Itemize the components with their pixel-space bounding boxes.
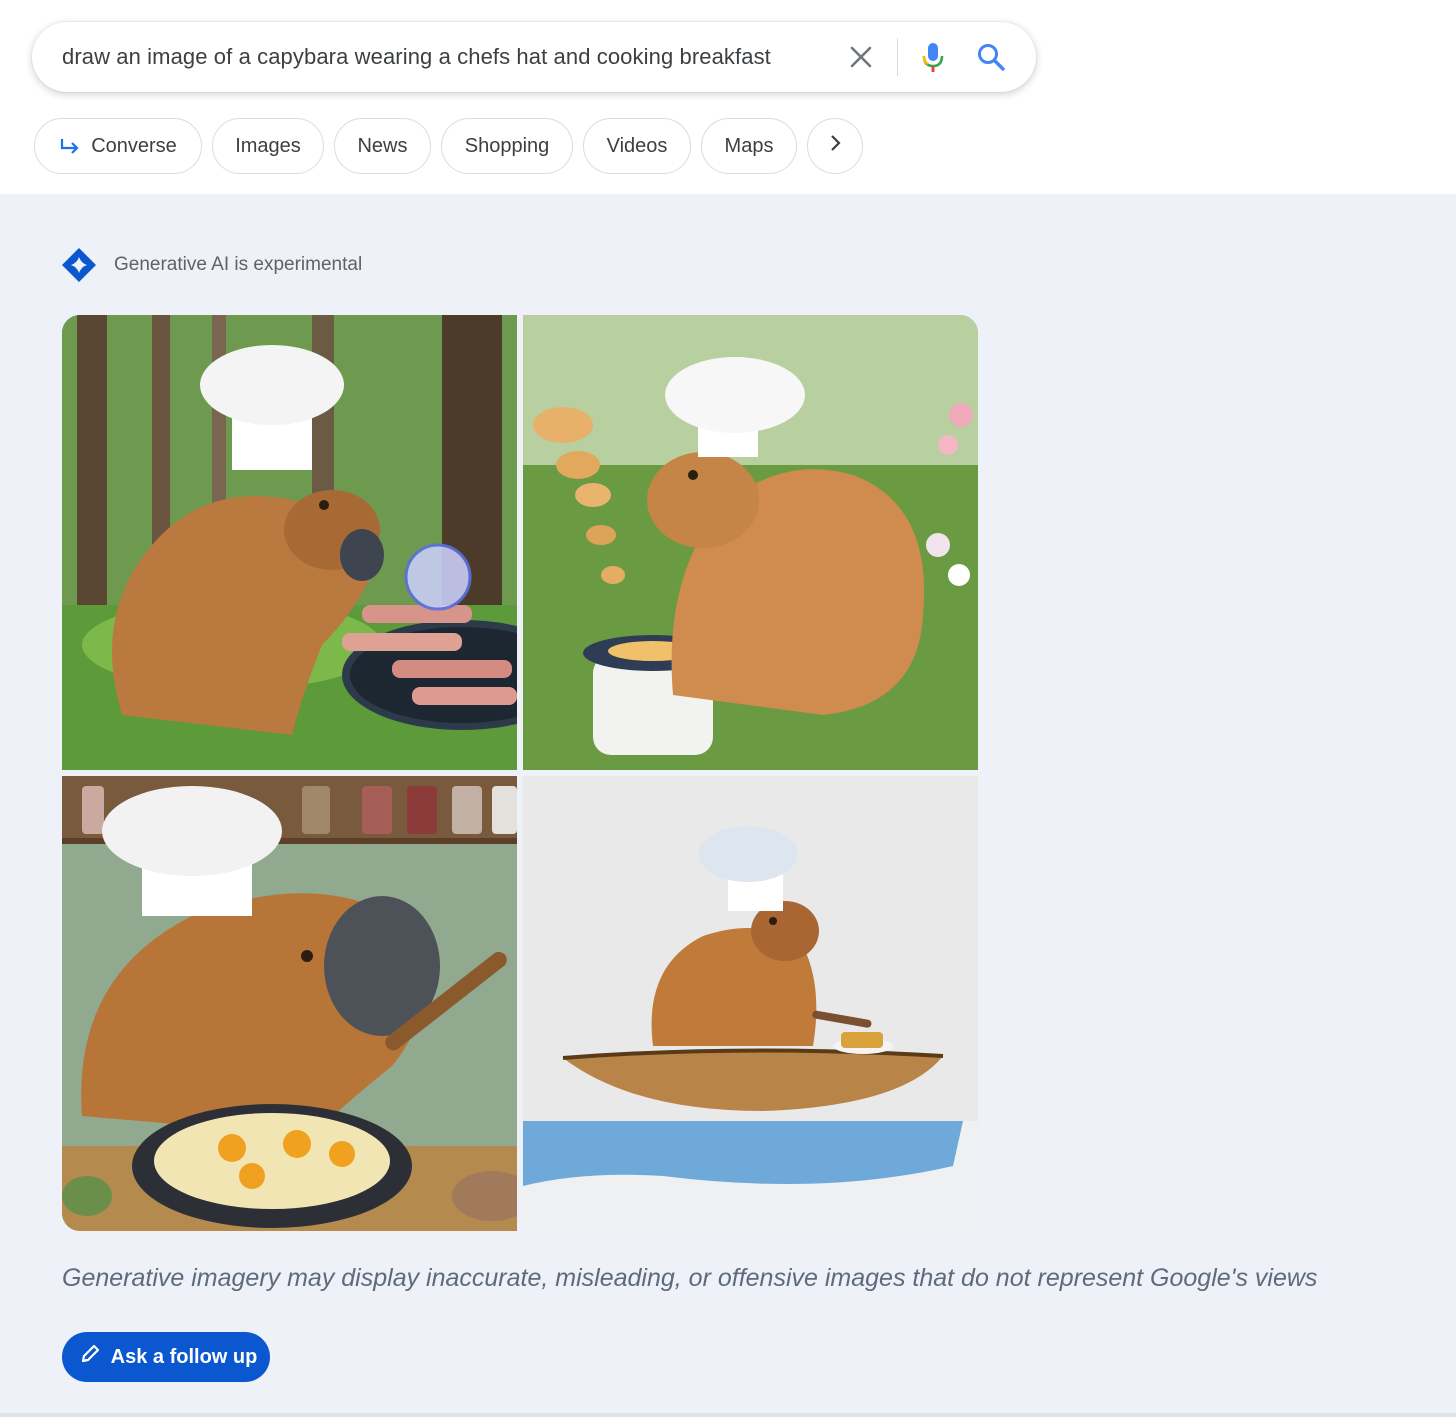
- generated-image-4[interactable]: [523, 776, 978, 1231]
- chip-converse[interactable]: Converse: [34, 118, 202, 174]
- sge-experimental-label: Generative AI is experimental: [114, 254, 363, 275]
- chip-maps[interactable]: Maps: [701, 118, 797, 174]
- chip-more-button[interactable]: [807, 118, 863, 174]
- chip-news-label: News: [357, 134, 408, 157]
- chip-images[interactable]: Images: [212, 118, 324, 174]
- generated-image-3[interactable]: [62, 776, 517, 1231]
- microphone-icon[interactable]: [916, 40, 950, 74]
- search-input[interactable]: draw an image of a capybara wearing a ch…: [62, 44, 771, 70]
- chevron-right-icon: [826, 133, 844, 159]
- search-divider: [897, 38, 898, 76]
- search-box[interactable]: draw an image of a capybara wearing a ch…: [32, 22, 1036, 92]
- chip-maps-label: Maps: [724, 134, 774, 157]
- converse-arrow-icon: [59, 137, 81, 155]
- generated-image-grid: [62, 315, 978, 1231]
- generative-disclaimer: Generative imagery may display inaccurat…: [62, 1264, 1318, 1292]
- chip-videos[interactable]: Videos: [583, 118, 691, 174]
- chip-converse-label: Converse: [91, 134, 177, 157]
- bottom-divider: [0, 1413, 1456, 1417]
- pencil-icon: [79, 1343, 101, 1371]
- chip-images-label: Images: [235, 134, 301, 157]
- search-icon[interactable]: [974, 40, 1008, 74]
- sparkle-icon: [60, 246, 98, 284]
- ask-follow-up-button[interactable]: Ask a follow up: [62, 1332, 270, 1382]
- chip-news[interactable]: News: [334, 118, 431, 174]
- chip-videos-label: Videos: [606, 134, 668, 157]
- clear-icon[interactable]: [846, 42, 876, 72]
- chip-shopping[interactable]: Shopping: [441, 118, 573, 174]
- generated-image-1[interactable]: [62, 315, 517, 770]
- generated-image-2[interactable]: [523, 315, 978, 770]
- chip-shopping-label: Shopping: [464, 134, 550, 157]
- ask-follow-up-label: Ask a follow up: [110, 1345, 258, 1368]
